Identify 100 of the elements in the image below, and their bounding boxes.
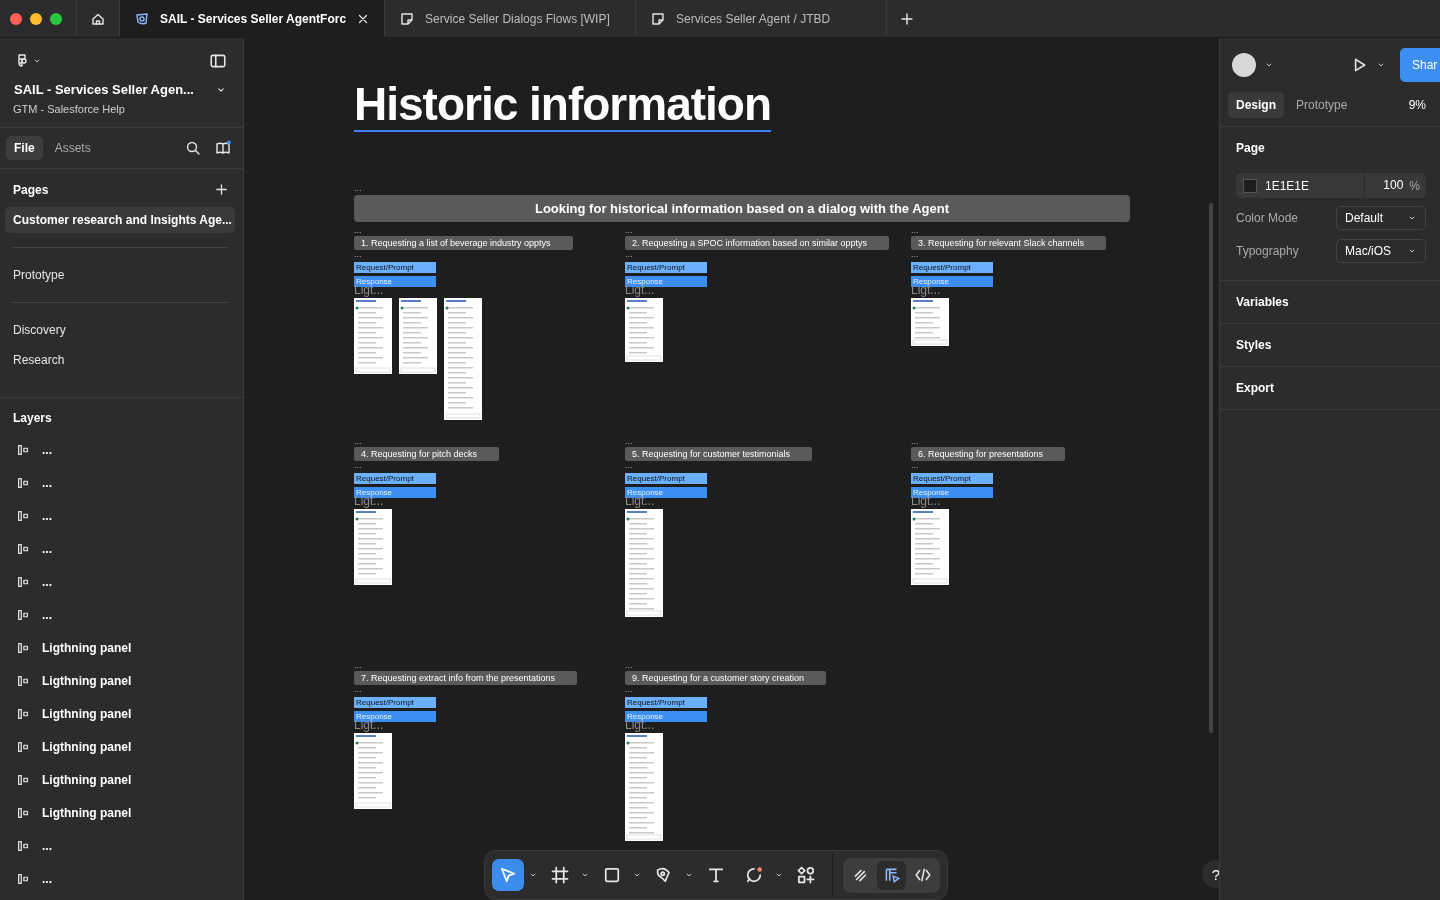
frame-label: ... (354, 437, 362, 446)
section-title[interactable]: Variables (1220, 281, 1440, 324)
library-icon[interactable] (215, 140, 231, 156)
prompt-label: Request/Prompt (625, 473, 707, 484)
page-item[interactable]: Research (5, 347, 235, 373)
layer-item[interactable]: Ligthning panel (42, 805, 132, 820)
frame-label: ... (911, 226, 919, 235)
file-name[interactable]: SAIL - Services Seller Agen... (14, 82, 194, 97)
prompt-label: Request/Prompt (354, 262, 436, 273)
step-title: 9. Requesting for a customer story creation (625, 671, 827, 685)
layer-item[interactable]: ... (42, 508, 52, 523)
layer-item[interactable]: Ligthning panel (42, 640, 132, 655)
frame-icon (16, 838, 30, 853)
setting-label: Typography (1236, 244, 1299, 258)
tool-button[interactable] (492, 859, 524, 891)
prompt-label: Request/Prompt (911, 262, 993, 273)
team-name: GTM - Salesforce Help (12, 102, 126, 117)
panel-tab[interactable]: File (6, 136, 43, 160)
sidebar-toggle-icon[interactable] (209, 52, 227, 70)
page-item[interactable]: Customer research and Insights Age... (5, 207, 235, 233)
section-title[interactable]: Styles (1220, 324, 1440, 367)
layer-item[interactable]: Ligthning panel (42, 739, 132, 754)
actions-icon (796, 865, 816, 885)
frame-label: Ligt... (625, 285, 655, 296)
layer-item[interactable]: Ligthning panel (42, 706, 132, 721)
layer-item[interactable]: ... (42, 838, 52, 853)
layer-item[interactable]: ... (42, 541, 52, 556)
shape-tool-icon (744, 865, 764, 885)
frame-label: Ligt... (911, 285, 941, 296)
frame-label: ... (625, 461, 633, 470)
frame-icon (16, 805, 30, 820)
page-item[interactable]: Prototype (5, 262, 235, 288)
step-title: 4. Requesting for pitch decks (354, 447, 500, 461)
frame-label: ... (625, 661, 633, 670)
step-title: 3. Requesting for relevant Slack channels (911, 236, 1107, 250)
layer-item[interactable]: ... (42, 574, 52, 589)
window-control[interactable] (10, 12, 22, 25)
dropdown[interactable]: Default (1336, 206, 1426, 230)
section-title: Page (1236, 141, 1266, 155)
frame-label: ... (354, 685, 362, 694)
frame-label: Ligt... (625, 720, 655, 731)
frame-icon (16, 640, 30, 655)
panel-tab[interactable]: Assets (46, 136, 99, 160)
frame-label: ... (625, 685, 633, 694)
prompt-label: Request/Prompt (354, 473, 436, 484)
frame-icon (16, 541, 30, 556)
frame-icon (16, 475, 30, 490)
document-icon (650, 10, 667, 27)
inspector-tab[interactable]: Prototype (1288, 92, 1356, 118)
inspector-tab[interactable]: Design (1228, 92, 1284, 118)
frame-icon (16, 607, 30, 622)
frame-label: ... (911, 461, 919, 470)
layer-item[interactable]: ... (42, 871, 52, 886)
layer-item[interactable]: ... (42, 442, 52, 457)
layer-item[interactable]: Ligthning panel (42, 772, 132, 787)
frame-icon (16, 673, 30, 688)
document-tab[interactable]: SAIL - Services Seller AgentForc (120, 0, 386, 37)
frame-icon (16, 772, 30, 787)
setting-label: Color Mode (1236, 211, 1299, 225)
section-banner: Looking for historical information based on a dialog with the Agent (354, 195, 1130, 222)
layer-item[interactable]: Ligthning panel (42, 673, 132, 688)
plus-icon[interactable] (214, 182, 229, 197)
code-icon (913, 866, 932, 884)
section-title: Layers (13, 411, 52, 425)
frame-icon (16, 739, 30, 754)
avatar[interactable] (1232, 53, 1256, 77)
layer-item[interactable]: ... (42, 475, 52, 490)
layer-item[interactable]: ... (42, 607, 52, 622)
page-item[interactable]: Discovery (5, 317, 235, 343)
section-title[interactable]: Export (1220, 367, 1440, 410)
step-title: 1. Requesting a list of beverage industry opptys (354, 236, 573, 250)
frame-label: Ligt... (625, 496, 655, 507)
frame-label: ... (354, 184, 362, 193)
frame-label: Ligt... (354, 285, 384, 296)
frame-tool-icon (550, 865, 570, 885)
search-icon[interactable] (185, 140, 201, 156)
step-title: 6. Requesting for presentations (911, 447, 1066, 461)
step-title: 2. Requesting a SPOC information based on similar opptys (625, 236, 890, 250)
prompt-label: Request/Prompt (354, 697, 436, 708)
help-button[interactable]: ? (1202, 860, 1219, 888)
color-field[interactable]: 1E1E1E 100 % (1236, 173, 1426, 198)
frame-icon (16, 508, 30, 523)
frame-icon (16, 574, 30, 589)
rectangle-tool-icon (602, 865, 622, 885)
color-swatch[interactable] (1243, 178, 1257, 193)
design-file-icon (134, 10, 150, 27)
window-control[interactable] (50, 12, 62, 25)
dropdown[interactable]: Mac/iOS (1336, 239, 1426, 263)
zoom-level[interactable]: 9% (1408, 98, 1426, 112)
frame-label: ... (354, 461, 362, 470)
window-control[interactable] (30, 12, 42, 25)
mode-button[interactable] (877, 860, 906, 890)
document-icon (399, 10, 416, 27)
scrollbar[interactable] (1209, 203, 1213, 733)
frame-label: Ligt... (911, 496, 941, 507)
frame-label: ... (354, 250, 362, 259)
step-title: 7. Requesting extract info from the presentations (354, 671, 578, 685)
step-title: 5. Requesting for customer testimonials (625, 447, 813, 461)
plus-icon[interactable] (899, 10, 916, 27)
frame-label: ... (625, 250, 633, 259)
